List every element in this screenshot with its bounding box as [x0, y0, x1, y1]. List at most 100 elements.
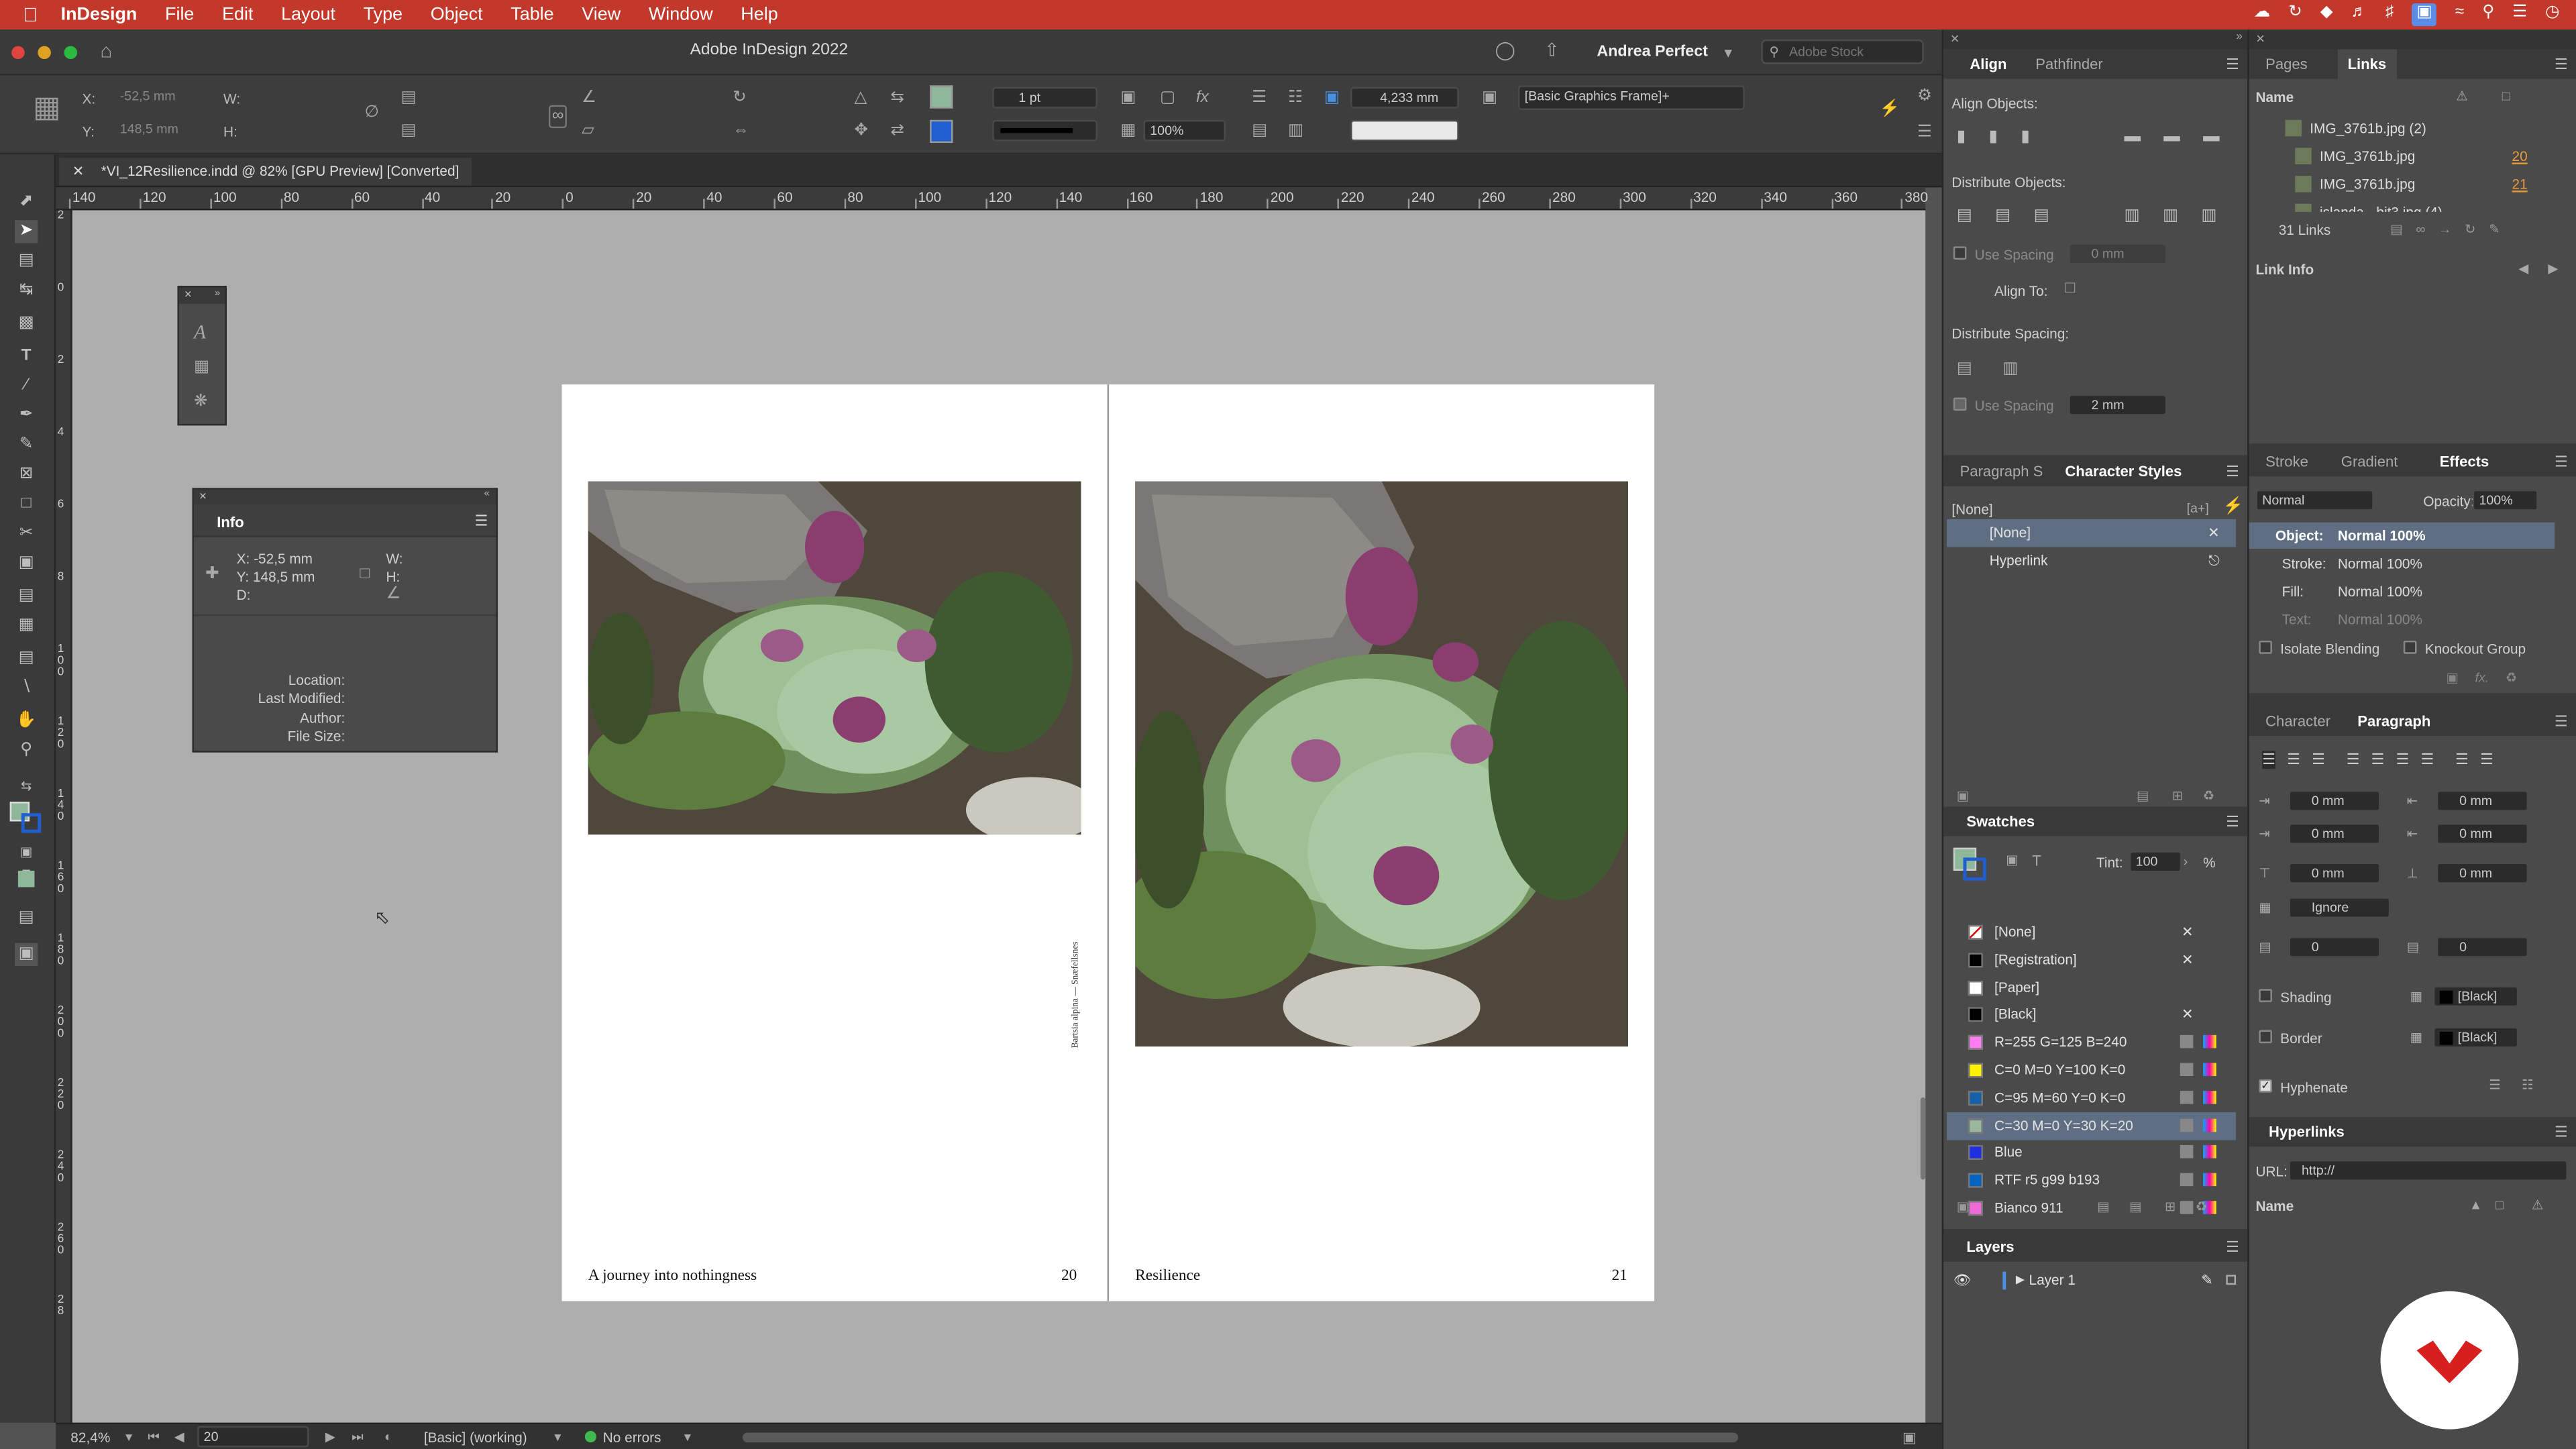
spacing-2-field[interactable]: 2 mm: [2068, 394, 2167, 416]
distribute-left-icon[interactable]: ▥: [2125, 207, 2140, 225]
use-spacing-checkbox[interactable]: [1953, 246, 1967, 260]
show-swatches-icon[interactable]: ▣: [1957, 1199, 1970, 1214]
edit-original-icon[interactable]: ✎: [2489, 222, 2500, 237]
flip-horizontal-icon[interactable]: ⇔: [733, 122, 749, 140]
space-after-field[interactable]: 0 mm: [2436, 862, 2528, 884]
photo-frame-right[interactable]: [1135, 481, 1628, 1047]
drop-cap-chars-field[interactable]: 0: [2436, 936, 2528, 958]
horizontal-scrollbar[interactable]: [742, 1432, 1739, 1443]
scale-percent-field[interactable]: 100%: [1143, 119, 1226, 142]
selection-container-icon[interactable]: △: [854, 89, 867, 107]
tab-character[interactable]: Character: [2265, 713, 2330, 729]
tab-links[interactable]: Links: [2337, 49, 2396, 79]
object-style-dropdown[interactable]: [Basic Graphics Frame]+: [1517, 85, 1745, 111]
swatch-item[interactable]: C=95 M=60 Y=0 K=0: [1947, 1084, 2236, 1112]
reference-point-icon[interactable]: ▦: [33, 92, 61, 121]
line-tool-icon[interactable]: ∕: [15, 374, 38, 397]
y-field[interactable]: 148,5 mm: [102, 120, 201, 142]
panel-menu-icon[interactable]: ☰: [2226, 464, 2239, 482]
align-to-selection-icon[interactable]: □: [2065, 280, 2075, 297]
container-format-icon[interactable]: ▣: [2006, 853, 2019, 869]
visibility-eye-icon[interactable]: 👁: [1953, 1267, 1971, 1295]
expand-layer-icon[interactable]: ▶: [2016, 1267, 2025, 1295]
offset-field[interactable]: 4,233 mm: [1350, 87, 1459, 109]
tint-field[interactable]: 100: [2129, 851, 2182, 873]
menu-object[interactable]: Object: [431, 5, 483, 24]
tab-align[interactable]: Align: [1970, 56, 2006, 72]
panel-menu-icon[interactable]: ☰: [2555, 453, 2568, 472]
tab-swatches[interactable]: Swatches: [1966, 813, 2035, 829]
panel-menu-icon[interactable]: ☰: [2226, 813, 2239, 831]
scale-y-icon[interactable]: ▤: [401, 122, 417, 140]
menu-file[interactable]: File: [165, 5, 194, 24]
content-collector-icon[interactable]: ▩: [15, 312, 38, 335]
gradient-tool-icon[interactable]: ▤: [15, 585, 38, 608]
tab-stroke[interactable]: Stroke: [2265, 453, 2308, 470]
quick-apply-icon[interactable]: ⚡: [2222, 498, 2243, 515]
left-folio-title[interactable]: A journey into nothingness: [588, 1269, 757, 1285]
note-tool-icon[interactable]: ▤: [15, 647, 38, 670]
text-frame-options-icon[interactable]: ▦: [194, 359, 209, 376]
menu-view[interactable]: View: [582, 5, 621, 24]
distribute-v-space-icon[interactable]: ▤: [1957, 361, 1972, 378]
glyph-icon[interactable]: A: [194, 322, 206, 341]
stroke-color-proxy[interactable]: [21, 813, 42, 833]
pasteboard[interactable]: Bartsia alpina — Snæfellsnes A journey i…: [72, 210, 1926, 1423]
align-bottom-icon[interactable]: ▬: [2203, 128, 2219, 146]
chevron-down-icon[interactable]: ▼: [552, 1431, 564, 1447]
close-icon[interactable]: ✕: [2255, 33, 2265, 46]
previous-object-icon[interactable]: ⇆: [890, 89, 904, 107]
text-format-icon[interactable]: T: [2032, 853, 2041, 869]
border-swatch-dropdown[interactable]: [Black]: [2432, 1026, 2519, 1049]
knockout-group-checkbox[interactable]: [2403, 641, 2417, 654]
close-tab-icon[interactable]: ✕: [72, 162, 84, 178]
new-swatch-icon[interactable]: ⊞: [2165, 1199, 2176, 1214]
panel-menu-icon[interactable]: ☰: [475, 513, 488, 531]
pen-tool-icon[interactable]: ✒: [15, 404, 38, 427]
pencil-icon[interactable]: ✎: [2201, 1267, 2212, 1295]
gap-tool-icon[interactable]: ↹: [15, 279, 38, 302]
clock-icon[interactable]: ◷: [2545, 3, 2559, 26]
align-top-icon[interactable]: ▬: [2125, 128, 2141, 146]
close-window-button[interactable]: [11, 46, 25, 60]
align-right-icon[interactable]: ▮: [2021, 128, 2030, 146]
opacity-field[interactable]: 100%: [2472, 489, 2538, 511]
border-settings-icon[interactable]: ▦: [2410, 1030, 2423, 1046]
user-menu[interactable]: Andrea Perfect: [1597, 43, 1708, 61]
scale-x-icon[interactable]: ▤: [401, 89, 417, 107]
preflight-icon[interactable]: ◐: [384, 1430, 392, 1446]
layer-select-square-icon[interactable]: [2226, 1275, 2237, 1285]
chevron-down-icon[interactable]: ▼: [123, 1431, 135, 1447]
wifi-icon[interactable]: ≈: [2455, 3, 2464, 26]
previous-link-icon[interactable]: ◀: [2518, 261, 2528, 277]
zoom-tool-icon[interactable]: ⚲: [15, 739, 38, 762]
distribute-hcenter-icon[interactable]: ▥: [2163, 207, 2178, 225]
formatting-container-icon[interactable]: ▣ T: [15, 841, 38, 882]
h-field[interactable]: [243, 120, 341, 142]
align-center-text-icon[interactable]: ☰: [2287, 751, 2300, 769]
distribute-h-space-icon[interactable]: ▥: [2002, 361, 2018, 378]
app-badge-icon[interactable]: ▣: [2412, 3, 2437, 27]
volume-icon[interactable]: ♬: [2351, 3, 2367, 26]
delete-icon[interactable]: ♻: [2506, 670, 2518, 685]
last-line-indent-field[interactable]: 0 mm: [2436, 822, 2528, 845]
tab-effects[interactable]: Effects: [2440, 453, 2489, 470]
lightbulb-icon[interactable]: ◯: [1495, 42, 1515, 60]
tab-pages[interactable]: Pages: [2265, 56, 2308, 72]
panel-menu-icon[interactable]: ☰: [2555, 56, 2568, 74]
rotate-90-icon[interactable]: ↻: [733, 89, 747, 107]
chevron-down-icon[interactable]: ▼: [682, 1431, 693, 1447]
quick-apply-icon[interactable]: ⚡: [1880, 101, 1900, 118]
goto-link-icon[interactable]: →: [2438, 222, 2452, 237]
distribute-center-icon[interactable]: ▤: [1995, 207, 2010, 225]
align-away-spine-icon[interactable]: ☰: [2480, 751, 2493, 769]
zoom-window-button[interactable]: [64, 46, 78, 60]
relink-cc-icon[interactable]: ▤: [2390, 222, 2403, 237]
fx-icon[interactable]: fx.: [2475, 670, 2489, 685]
stroke-type-dropdown[interactable]: [992, 119, 1097, 142]
eyedropper-tool-icon[interactable]: ∖: [15, 677, 38, 700]
page-20[interactable]: Bartsia alpina — Snæfellsnes A journey i…: [561, 384, 1110, 1301]
pencil-tool-icon[interactable]: ✎: [15, 434, 38, 457]
align-left-frame-icon[interactable]: ▤: [1252, 122, 1267, 140]
page-21[interactable]: Resilience 21: [1109, 384, 1655, 1301]
